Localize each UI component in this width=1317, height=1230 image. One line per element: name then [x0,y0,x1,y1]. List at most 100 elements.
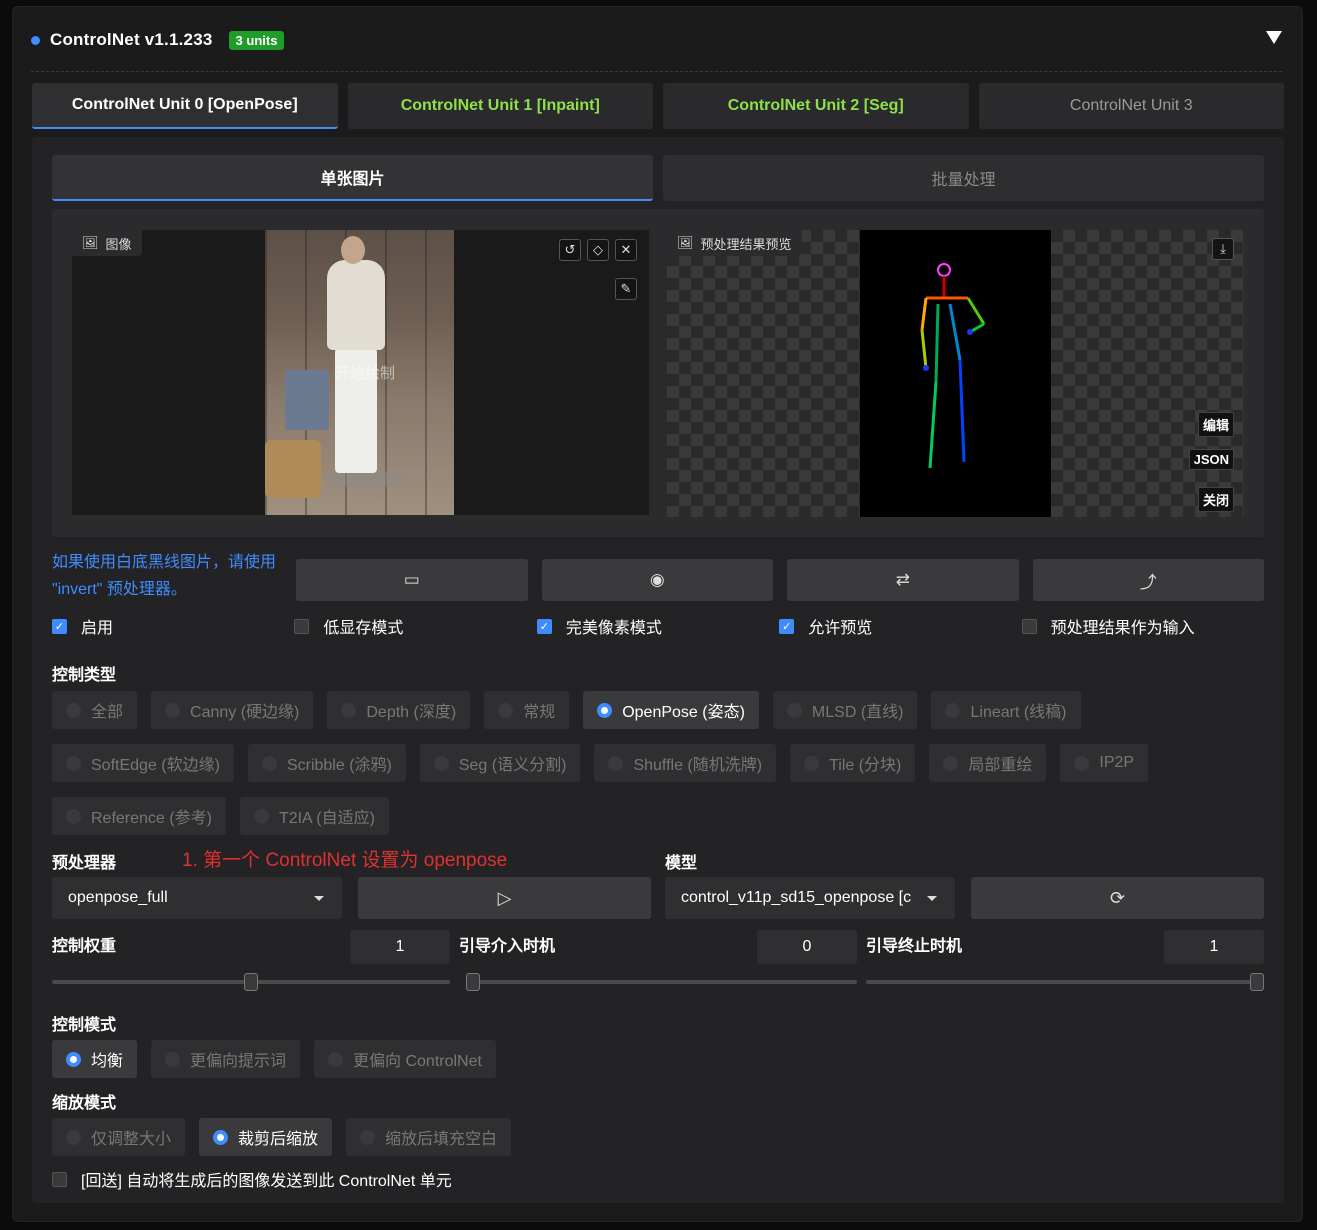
tab-unit-3[interactable]: ControlNet Unit 3 [978,83,1284,129]
control-type-option-14[interactable]: Reference (参考) [52,797,226,835]
pixel-perfect-checkbox[interactable]: ✓ 完美像素模式 [536,613,779,639]
laptop-icon[interactable]: ▭ [296,559,528,601]
run-preprocessor-button[interactable]: ▷ [358,877,651,919]
control-type-option-label: Seg (语义分割) [458,757,567,774]
tab-unit-2[interactable]: ControlNet Unit 2 [Seg] [663,83,969,129]
control-type-option-6[interactable]: Lineart (线稿) [931,691,1081,729]
control-type-option-0[interactable]: 全部 [52,691,138,729]
radio-selected-icon [66,1051,81,1067]
invert-hint: 如果使用白底黑线图片，请使用 "invert" 预处理器。 [52,554,277,598]
checkbox-label: 预处理结果作为输入 [1050,620,1195,637]
tab-batch[interactable]: 批量处理 [663,155,1264,201]
control-type-title: 控制类型 [52,667,117,684]
loopback-checkbox[interactable]: [回送] 自动将生成后的图像发送到此 ControlNet 单元 [52,1167,752,1191]
chevron-down-icon [314,896,324,901]
radio-empty-icon [608,755,624,771]
preprocessor-title: 预处理器 [52,855,117,872]
radio-empty-icon [498,702,514,718]
start-slider[interactable] [466,973,857,991]
control-type-option-8[interactable]: Scribble (涂鸦) [247,744,406,782]
control-type-option-15[interactable]: T2IA (自适应) [239,797,389,835]
checkbox-empty-icon [294,618,310,634]
model-dropdown[interactable]: control_v11p_sd15_openpose [c [665,877,955,919]
end-input[interactable]: 1 [1164,930,1264,964]
close-icon[interactable]: ✕ [615,239,637,261]
control-type-radios: 全部 Canny (硬边缘) Depth (深度) 常规 OpenPose (姿态) ML… [52,691,1264,835]
send-size-icon[interactable]: ⤴ [1032,559,1264,601]
radio-empty-icon [786,702,802,718]
slider-thumb[interactable] [244,973,258,991]
radio-empty-icon [433,755,449,771]
image-zone: 🖼 图像 开始绘制 ↺ ◇ ✕ ✎ 🖼 预处理结果预览 ⤓ 编辑 JSON 关闭 [52,209,1264,537]
weight-input[interactable]: 1 [350,930,450,964]
slider-thumb[interactable] [466,973,480,991]
checkbox-checked-icon: ✓ [536,618,552,634]
tab-unit-1[interactable]: ControlNet Unit 1 [Inpaint] [347,83,653,129]
control-type-option-1[interactable]: Canny (硬边缘) [151,691,314,729]
play-icon: ▷ [497,887,512,908]
radio-empty-icon [360,1129,376,1145]
close-preview-button[interactable]: 关闭 [1197,487,1234,512]
image-label: 🖼 图像 [72,230,142,256]
control-type-option-2[interactable]: Depth (深度) [327,691,471,729]
undo-icon[interactable]: ↺ [559,239,581,261]
control-type-option-11[interactable]: Tile (分块) [790,744,916,782]
resize-mode-option-0[interactable]: 仅调整大小 [52,1118,186,1156]
enable-checkbox[interactable]: ✓ 启用 [52,613,294,639]
control-mode-option-2[interactable]: 更偏向 ControlNet [314,1040,496,1078]
tab-unit-0[interactable]: ControlNet Unit 0 [OpenPose] [32,83,338,129]
tab-single-image[interactable]: 单张图片 [52,155,653,201]
end-slider[interactable] [866,973,1264,991]
json-button[interactable]: JSON [1188,449,1234,470]
control-type-option-3[interactable]: 常规 [484,691,570,729]
download-icon[interactable]: ⤓ [1212,238,1234,260]
resize-mode-option-label: 缩放后填充空白 [385,1131,498,1148]
control-type-option-label: Lineart (线稿) [970,704,1067,721]
control-type-option-4[interactable]: OpenPose (姿态) [583,691,759,729]
edit-button[interactable]: 编辑 [1197,412,1234,437]
refresh-models-button[interactable]: ⟳ [971,877,1264,919]
loopback-label: [回送] 自动将生成后的图像发送到此 ControlNet 单元 [81,1173,452,1190]
checkbox-label: 启用 [81,620,114,637]
control-type-option-10[interactable]: Shuffle (随机洗牌) [594,744,777,782]
radio-empty-icon [1074,755,1090,771]
resize-mode-option-label: 裁剪后缩放 [238,1131,319,1148]
image-icon: 🖼 [677,235,694,250]
webcam-icon[interactable]: ◉ [541,559,773,601]
checkbox-label: 完美像素模式 [565,620,662,637]
swap-icon[interactable]: ⇄ [787,559,1019,601]
collapse-triangle-icon[interactable] [1266,31,1282,44]
image-label-text: 图像 [105,236,132,252]
allow-preview-checkbox[interactable]: ✓ 允许预览 [779,613,1021,639]
start-input[interactable]: 0 [757,930,857,964]
control-mode-option-0[interactable]: 均衡 [52,1040,138,1078]
low-vram-checkbox[interactable]: 低显存模式 [294,613,536,639]
control-type-option-13[interactable]: IP2P [1060,744,1149,782]
unit-content: 单张图片 批量处理 🖼 图像 开始绘制 ↺ ◇ ✕ ✎ 🖼 预处理结果预览 ⤓ … [32,137,1284,1203]
resize-mode-option-2[interactable]: 缩放后填充空白 [346,1118,512,1156]
preprocessed-input-checkbox[interactable]: 预处理结果作为输入 [1021,613,1264,639]
control-type-option-5[interactable]: MLSD (直线) [772,691,918,729]
control-type-option-7[interactable]: SoftEdge (软边缘) [52,744,234,782]
options-row: ✓ 启用 低显存模式 ✓ 完美像素模式 ✓ 允许预览 预处理结果作为输入 [52,613,1264,639]
radio-empty-icon [804,755,820,771]
brush-icon[interactable]: ✎ [615,278,637,300]
image-icon: 🖼 [82,235,99,250]
control-type-option-label: MLSD (直线) [811,704,904,721]
control-type-option-9[interactable]: Seg (语义分割) [419,744,581,782]
slider-thumb[interactable] [1250,973,1264,991]
input-image-canvas[interactable]: 🖼 图像 开始绘制 ↺ ◇ ✕ ✎ [72,230,649,515]
weight-slider[interactable] [52,973,450,991]
image-action-row: ▭ ◉ ⇄ ⤴ [296,559,1264,601]
accordion-header[interactable]: ControlNet v1.1.233 3 units [31,25,285,55]
eraser-icon[interactable]: ◇ [587,239,609,261]
checkbox-empty-icon [52,1171,67,1187]
resize-mode-option-1[interactable]: 裁剪后缩放 [199,1118,333,1156]
pose-skeleton-image [860,230,1051,517]
controlnet-panel: ControlNet v1.1.233 3 units ControlNet U… [12,6,1303,1222]
control-type-option-12[interactable]: 局部重绘 [929,744,1047,782]
control-mode-option-1[interactable]: 更偏向提示词 [151,1040,301,1078]
start-label: 引导介入时机 [459,938,556,955]
preprocessor-dropdown[interactable]: openpose_full [52,877,342,919]
radio-empty-icon [943,755,959,771]
